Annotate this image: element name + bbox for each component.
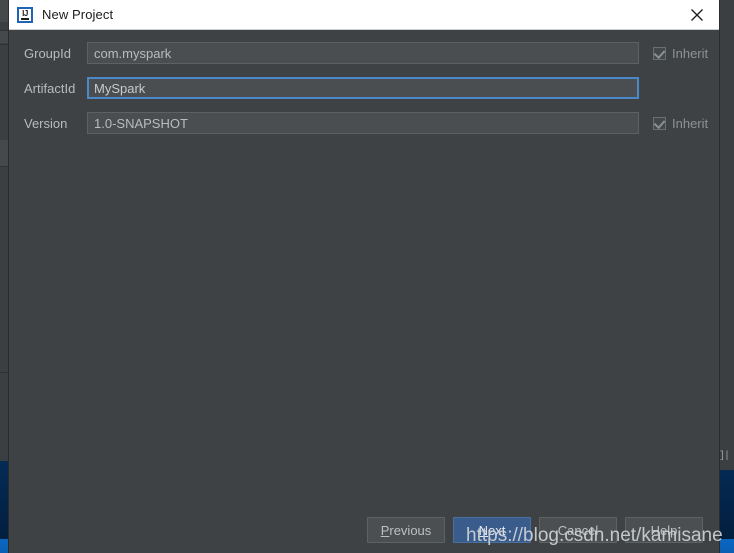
- artifactid-input[interactable]: [87, 77, 639, 99]
- groupid-inherit-checkbox[interactable]: Inherit: [653, 46, 708, 61]
- previous-mnemonic: P: [380, 522, 390, 538]
- checkbox-box: [653, 116, 666, 130]
- cancel-button[interactable]: Cancel: [539, 517, 617, 543]
- dialog-footer: Previous Next Cancel Help: [9, 513, 719, 547]
- cancel-label: Cancel: [557, 522, 599, 538]
- version-label: Version: [24, 115, 68, 131]
- next-mnemonic: N: [478, 522, 489, 538]
- form-row-groupid: GroupId Inherit: [9, 42, 719, 64]
- project-coordinates-form: GroupId Inherit ArtifactId Version Inher…: [9, 30, 719, 134]
- dialog-titlebar: IJ New Project: [9, 0, 719, 30]
- ide-window-right-edge: [719, 0, 734, 470]
- previous-button[interactable]: Previous: [367, 517, 445, 543]
- next-button[interactable]: Next: [453, 517, 531, 543]
- new-project-dialog: IJ New Project GroupId Inherit: [9, 0, 719, 553]
- version-inherit-checkbox[interactable]: Inherit: [653, 116, 708, 131]
- checkbox-box: [653, 46, 666, 60]
- app-icon-letters: IJ: [22, 8, 28, 18]
- previous-label: revious: [389, 522, 432, 538]
- check-icon: [653, 116, 666, 129]
- inherit-label: Inherit: [672, 115, 709, 131]
- form-row-version: Version Inherit: [9, 112, 719, 134]
- close-icon: [690, 8, 703, 21]
- version-input[interactable]: [87, 112, 639, 134]
- check-icon: [653, 46, 666, 59]
- screen: ]| IJ New Project GroupId com.myspark In…: [0, 0, 734, 553]
- next-label: ext: [488, 522, 506, 538]
- groupid-input[interactable]: [87, 42, 639, 64]
- artifactid-label: ArtifactId: [24, 80, 76, 96]
- inherit-label: Inherit: [672, 45, 709, 61]
- help-button[interactable]: Help: [625, 517, 703, 543]
- help-label: Help: [650, 522, 678, 538]
- form-row-artifactid: ArtifactId: [9, 77, 719, 99]
- ide-right-edge-glyph: ]|: [719, 451, 730, 462]
- dialog-title: New Project: [42, 7, 114, 22]
- groupid-label: GroupId: [24, 45, 71, 61]
- intellij-idea-icon: IJ: [17, 6, 33, 23]
- close-button[interactable]: [674, 0, 719, 29]
